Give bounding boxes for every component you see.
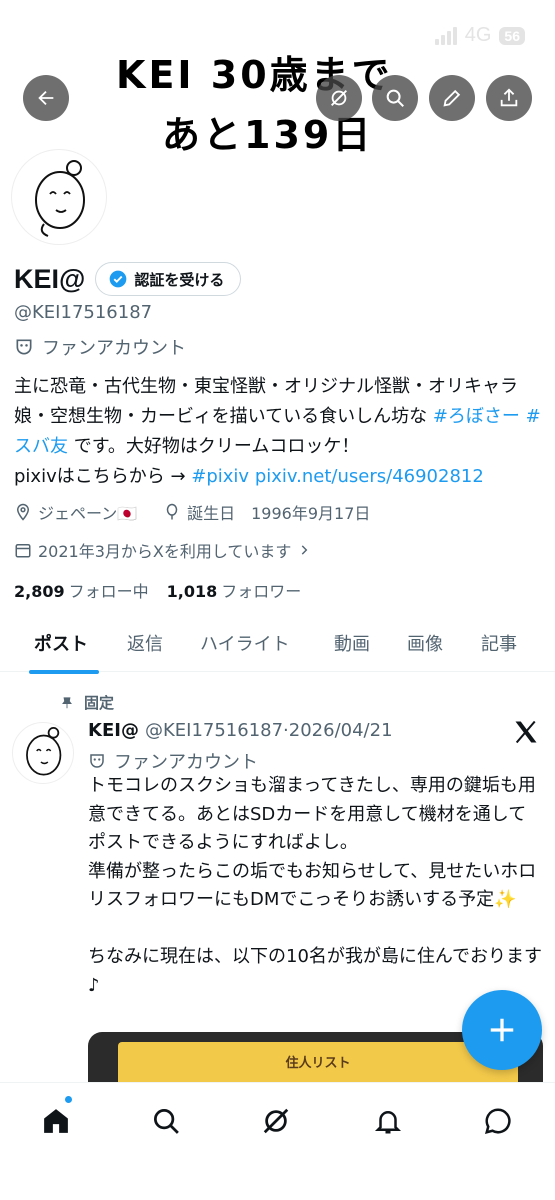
post-account-type-row: ファンアカウント bbox=[88, 748, 258, 774]
battery-icon: 56 bbox=[499, 26, 525, 45]
tab-articles[interactable]: 記事 bbox=[481, 620, 517, 656]
message-bubble-icon bbox=[484, 1108, 511, 1135]
home-icon bbox=[44, 1109, 68, 1133]
edit-button[interactable] bbox=[429, 75, 475, 121]
profile-name: KEI@ bbox=[14, 263, 86, 294]
nav-notifications[interactable] bbox=[368, 1101, 408, 1141]
profile-bio: 主に恐竜・古代生物・東宝怪獣・オリジナル怪獣・オリキャラ娘・空想生物・カービィを… bbox=[14, 372, 544, 492]
status-icons: 4G 56 bbox=[434, 24, 525, 47]
following-link[interactable]: 2,809 フォロー中 bbox=[14, 578, 149, 602]
x-logo-icon bbox=[512, 718, 540, 750]
follow-stats: 2,809 フォロー中 1,018 フォロワー bbox=[14, 578, 301, 602]
profile-avatar[interactable] bbox=[12, 150, 106, 244]
chevron-right-icon bbox=[302, 545, 308, 555]
post-header: KEI@ @KEI17516187·2026/04/21 bbox=[88, 720, 393, 741]
active-tab-indicator bbox=[29, 670, 99, 674]
post-body: トモコレのスクショも溜まってきたし、専用の鍵垢も用意できてる。あとはSDカードを… bbox=[88, 775, 543, 996]
location-label: ジェペーン🇯🇵 bbox=[38, 504, 138, 523]
plus-icon bbox=[490, 1018, 514, 1042]
followers-link[interactable]: 1,018 フォロワー bbox=[167, 578, 302, 602]
bottom-nav bbox=[0, 1082, 555, 1200]
search-icon bbox=[386, 89, 404, 107]
grok-icon bbox=[331, 90, 347, 106]
search-icon bbox=[154, 1109, 179, 1134]
nav-search[interactable] bbox=[146, 1101, 186, 1141]
pinned-label-row: 固定 bbox=[60, 692, 114, 713]
birthday-label: 誕生日 1996年9月17日 bbox=[187, 504, 371, 523]
bell-icon bbox=[374, 1111, 402, 1134]
signal-icon bbox=[434, 26, 457, 45]
nav-messages[interactable] bbox=[478, 1101, 518, 1141]
mask-icon bbox=[90, 754, 104, 768]
location-pin-icon bbox=[16, 503, 30, 521]
followers-count: 1,018 bbox=[166, 582, 218, 601]
tab-videos[interactable]: 動画 bbox=[334, 620, 370, 656]
pencil-icon bbox=[443, 89, 461, 107]
pinned-label: 固定 bbox=[84, 694, 115, 712]
post-image-title: 住人リスト bbox=[285, 1056, 351, 1071]
post-avatar[interactable] bbox=[12, 722, 74, 784]
balloon-icon bbox=[166, 503, 178, 520]
mask-icon bbox=[16, 339, 32, 355]
post-handle-date: @KEI17516187·2026/04/21 bbox=[144, 720, 393, 741]
get-verified-label: 認証を受ける bbox=[134, 270, 225, 289]
hashtag-link[interactable]: #pixiv bbox=[191, 466, 249, 487]
post-author-name[interactable]: KEI@ bbox=[88, 720, 139, 741]
profile-meta-row: ジェペーン🇯🇵 誕生日 1996年9月17日 bbox=[14, 500, 370, 524]
account-type-row: ファンアカウント bbox=[14, 334, 186, 360]
bio-text: pixivはこちらから → bbox=[14, 466, 192, 487]
network-label: 4G bbox=[464, 24, 492, 46]
pin-icon bbox=[62, 696, 72, 708]
bio-text: です。大好物はクリームコロッケ！ bbox=[68, 436, 360, 457]
hashtag-link[interactable]: #ろぼさー bbox=[433, 406, 520, 427]
following-label: フォロー中 bbox=[68, 582, 149, 601]
compose-button[interactable] bbox=[462, 990, 542, 1070]
joined-row[interactable]: 2021年3月からXを利用しています bbox=[14, 538, 311, 562]
following-count: 2,809 bbox=[14, 582, 65, 601]
search-button[interactable] bbox=[372, 75, 418, 121]
account-type-label: ファンアカウント bbox=[42, 338, 186, 359]
get-verified-button[interactable]: 認証を受ける bbox=[95, 262, 242, 296]
pixiv-link[interactable]: pixiv.net/users/46902812 bbox=[255, 466, 484, 487]
back-button[interactable] bbox=[23, 75, 69, 121]
tab-highlights[interactable]: ハイライト bbox=[200, 620, 290, 656]
profile-handle: @KEI17516187 bbox=[14, 302, 153, 323]
followers-label: フォロワー bbox=[221, 582, 302, 601]
verified-badge-icon bbox=[110, 270, 127, 288]
share-button[interactable] bbox=[486, 75, 532, 121]
nav-home[interactable] bbox=[36, 1101, 76, 1141]
tab-posts[interactable]: ポスト bbox=[34, 620, 88, 656]
arrow-left-icon bbox=[38, 90, 54, 106]
tab-replies[interactable]: 返信 bbox=[127, 620, 163, 656]
calendar-icon bbox=[15, 544, 31, 558]
name-row: KEI@ 認証を受ける bbox=[14, 262, 242, 296]
profile-tabs: ポスト 返信 ハイライト 動画 画像 記事 bbox=[0, 620, 555, 672]
grok-button[interactable] bbox=[316, 75, 362, 121]
nav-grok[interactable] bbox=[256, 1101, 296, 1141]
avatar-illustration bbox=[35, 160, 85, 237]
post-account-type: ファンアカウント bbox=[114, 752, 258, 773]
avatar-illustration bbox=[26, 727, 62, 776]
notification-dot bbox=[64, 1095, 73, 1104]
tab-media[interactable]: 画像 bbox=[407, 620, 443, 656]
joined-label: 2021年3月からXを利用しています bbox=[38, 542, 292, 561]
share-icon bbox=[500, 88, 518, 107]
status-time: 2:23 bbox=[66, 22, 115, 49]
grok-icon bbox=[263, 1108, 289, 1134]
